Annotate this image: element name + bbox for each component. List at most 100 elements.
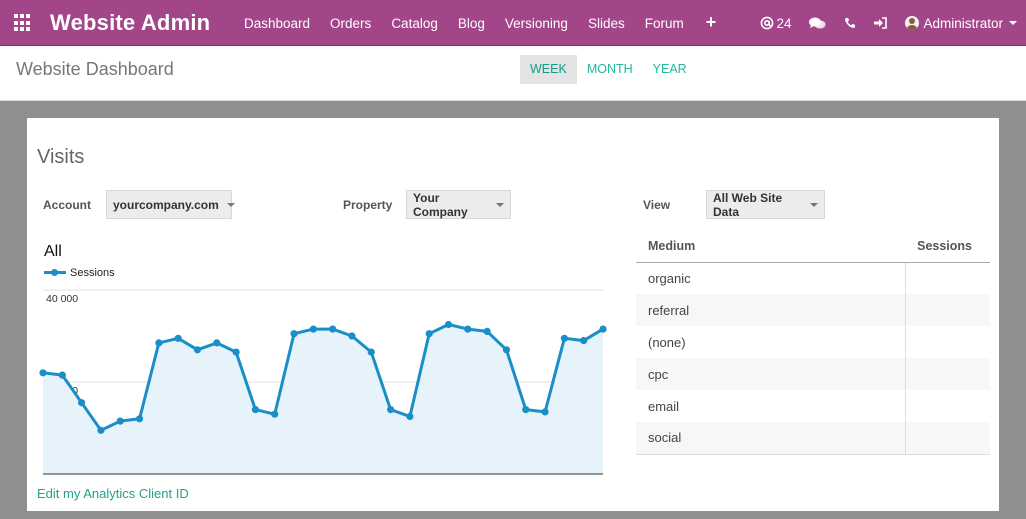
phone-icon bbox=[845, 18, 856, 29]
data-point bbox=[367, 348, 375, 356]
data-point bbox=[135, 415, 144, 423]
data-point bbox=[232, 348, 240, 356]
menu-catalog[interactable]: Catalog bbox=[381, 16, 448, 31]
property-value: Your Company bbox=[413, 190, 468, 219]
sessions-cell bbox=[904, 262, 990, 294]
data-point bbox=[386, 406, 395, 414]
data-point bbox=[580, 337, 588, 345]
chevron-down-icon bbox=[1009, 21, 1017, 25]
sessions-cell bbox=[904, 294, 990, 326]
phone-button[interactable] bbox=[835, 17, 865, 29]
sessions-cell bbox=[904, 326, 990, 358]
chevron-down-icon bbox=[496, 202, 504, 207]
data-point bbox=[97, 426, 105, 434]
user-menu[interactable]: Administrator bbox=[896, 16, 1026, 31]
data-point bbox=[174, 334, 182, 342]
legend-label-sessions: Sessions bbox=[70, 267, 115, 279]
visits-panel: Visits Account yourcompany.com Property … bbox=[27, 118, 999, 511]
table-header-row: Medium Sessions bbox=[636, 230, 990, 263]
menu-orders[interactable]: Orders bbox=[320, 16, 381, 31]
data-point bbox=[251, 406, 260, 414]
account-select[interactable]: yourcompany.com bbox=[106, 190, 235, 219]
account-value: yourcompany.com bbox=[113, 197, 219, 212]
chat-button[interactable] bbox=[800, 17, 835, 30]
table-row: social bbox=[636, 422, 990, 455]
table-row: (none) bbox=[636, 326, 990, 358]
column-header-medium[interactable]: Medium bbox=[636, 230, 906, 263]
menu-slides[interactable]: Slides bbox=[578, 16, 635, 31]
visits-title: Visits bbox=[37, 146, 85, 168]
data-point bbox=[406, 412, 414, 421]
data-point bbox=[329, 325, 337, 333]
chart-title: All bbox=[44, 243, 62, 260]
data-point bbox=[560, 334, 568, 342]
data-point bbox=[271, 410, 279, 418]
medium-cell: social bbox=[636, 422, 906, 455]
data-point bbox=[348, 332, 356, 340]
data-point bbox=[213, 339, 221, 347]
view-select[interactable]: All Web Site Data bbox=[706, 190, 825, 219]
data-point bbox=[155, 339, 163, 347]
data-point bbox=[502, 346, 511, 354]
medium-sessions-table: Medium Sessions organic referral (none) bbox=[636, 230, 990, 455]
medium-table-wrap: Medium Sessions organic referral (none) bbox=[636, 230, 990, 455]
period-month-button[interactable]: MONTH bbox=[577, 55, 643, 84]
app-brand-title[interactable]: Website Admin bbox=[50, 10, 210, 36]
edit-analytics-client-id-link[interactable]: Edit my Analytics Client ID bbox=[37, 486, 189, 501]
view-value: All Web Site Data bbox=[713, 190, 783, 219]
data-point bbox=[116, 417, 124, 425]
top-navbar: Website Admin Dashboard Orders Catalog B… bbox=[0, 0, 1026, 46]
sessions-cell bbox=[904, 358, 990, 390]
data-point bbox=[444, 320, 453, 329]
menu-versioning[interactable]: Versioning bbox=[495, 16, 578, 31]
data-point bbox=[483, 327, 491, 335]
property-label: Property bbox=[343, 198, 393, 212]
medium-cell: referral bbox=[636, 294, 906, 326]
data-point bbox=[78, 399, 86, 407]
menu-blog[interactable]: Blog bbox=[448, 16, 495, 31]
medium-cell: organic bbox=[636, 262, 906, 294]
user-avatar bbox=[905, 16, 920, 30]
data-point bbox=[522, 406, 530, 414]
data-point bbox=[425, 330, 433, 338]
data-point bbox=[193, 346, 202, 354]
medium-cell: email bbox=[636, 390, 906, 422]
main-menu: Dashboard Orders Catalog Blog Versioning… bbox=[234, 0, 728, 46]
sessions-chart: 40 00020 000 All Sessions bbox=[39, 240, 607, 480]
page-title: Website Dashboard bbox=[16, 59, 174, 79]
series-area-sessions bbox=[43, 324, 603, 474]
period-week-button[interactable]: WEEK bbox=[520, 55, 577, 84]
control-panel: Website Dashboard WEEK MONTH YEAR bbox=[0, 46, 1026, 101]
data-point bbox=[58, 371, 66, 379]
medium-cell: (none) bbox=[636, 326, 906, 358]
data-point bbox=[599, 325, 607, 333]
systray: 24 Administrator bbox=[751, 0, 1026, 46]
mention-count-badge: 24 bbox=[776, 15, 792, 31]
account-label: Account bbox=[43, 198, 91, 212]
sessions-chart-svg: 40 00020 000 bbox=[39, 289, 607, 475]
sign-in-button[interactable] bbox=[865, 17, 896, 29]
table-row: email bbox=[636, 390, 990, 422]
medium-cell: cpc bbox=[636, 358, 906, 390]
data-point bbox=[39, 369, 47, 377]
chevron-down-icon bbox=[810, 202, 818, 207]
view-label: View bbox=[643, 198, 671, 212]
at-icon bbox=[761, 16, 774, 30]
data-point bbox=[464, 325, 472, 333]
table-row: cpc bbox=[636, 358, 990, 390]
table-row: referral bbox=[636, 294, 990, 326]
property-select[interactable]: Your Company bbox=[406, 190, 511, 219]
chevron-down-icon bbox=[226, 202, 235, 207]
mentions-button[interactable]: 24 bbox=[751, 16, 800, 31]
apps-grid-icon[interactable] bbox=[14, 14, 32, 32]
menu-forum[interactable]: Forum bbox=[635, 16, 694, 31]
period-year-button[interactable]: YEAR bbox=[643, 55, 697, 84]
data-point bbox=[309, 325, 317, 333]
y-tick-label: 40 000 bbox=[46, 293, 78, 305]
chart-legend[interactable]: Sessions bbox=[44, 267, 115, 279]
period-switcher: WEEK MONTH YEAR bbox=[520, 55, 697, 84]
sessions-cell bbox=[904, 390, 990, 422]
column-header-sessions[interactable]: Sessions bbox=[905, 230, 990, 263]
menu-dashboard[interactable]: Dashboard bbox=[234, 16, 320, 31]
add-menu-plus-icon[interactable]: + bbox=[694, 12, 729, 35]
